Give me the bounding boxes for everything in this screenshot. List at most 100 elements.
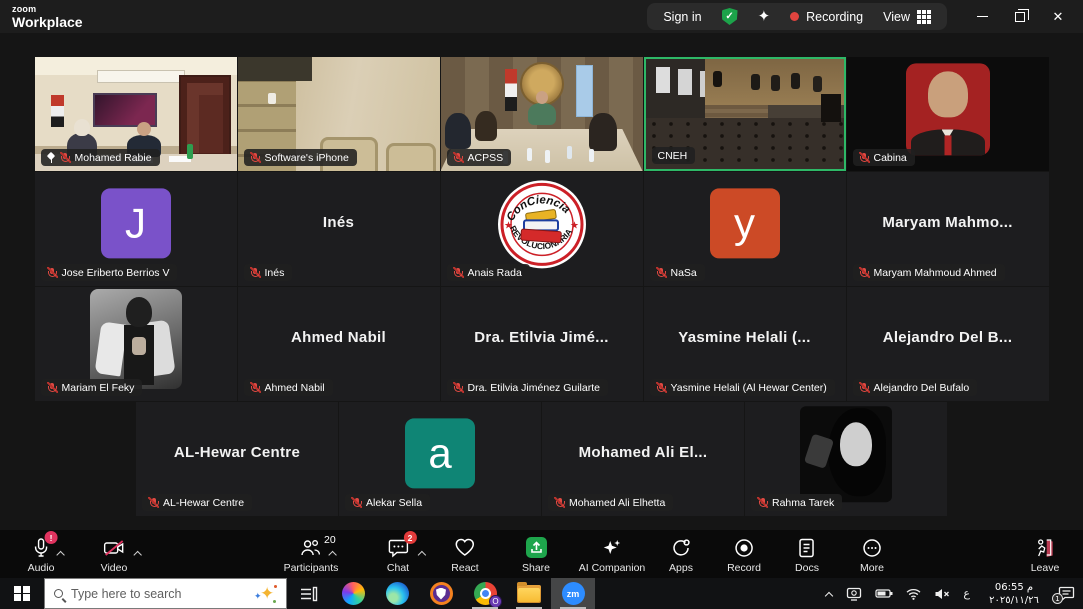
mic-muted-icon xyxy=(250,267,261,278)
edge-app-icon[interactable] xyxy=(375,578,419,609)
chat-options-caret[interactable] xyxy=(419,550,426,557)
ai-sparkle-icon[interactable]: ✦ xyxy=(758,9,771,24)
conciencia-logo: ConCiencia REVOLUCIONARIA ★ ★ xyxy=(496,178,588,270)
participant-nameplate: CNEH xyxy=(652,147,696,164)
participant-name: Mariam El Feky xyxy=(62,382,135,394)
svg-text:★: ★ xyxy=(504,220,513,231)
tile-dra-etilvia[interactable]: Dra. Etilvia Jimé... Dra. Etilvia Jiméne… xyxy=(441,287,643,401)
pin-icon xyxy=(47,152,56,163)
tile-mariam-el-feky[interactable]: Mariam El Feky xyxy=(35,287,237,401)
search-input[interactable] xyxy=(71,587,247,601)
audio-alert-badge: ! xyxy=(44,531,57,544)
mic-muted-icon xyxy=(757,497,768,508)
zoom-meeting-window: zoom Workplace Sign in ✓ ✦ Recording Vie… xyxy=(0,0,1083,609)
tile-acpss[interactable]: ACPSS xyxy=(441,57,643,171)
share-button[interactable]: Share xyxy=(522,537,550,574)
minimize-button[interactable] xyxy=(963,0,1001,33)
start-button[interactable] xyxy=(0,578,44,609)
participants-options-caret[interactable] xyxy=(330,550,337,557)
participants-button[interactable]: 20 Participants xyxy=(284,537,339,574)
apps-button[interactable]: Apps xyxy=(669,537,693,574)
mic-muted-icon xyxy=(250,382,261,393)
security-shield-icon[interactable]: ✓ xyxy=(722,8,738,25)
tile-alekar-sella[interactable]: a Alekar Sella xyxy=(339,402,541,516)
docs-label: Docs xyxy=(795,562,819,574)
display-sync-icon[interactable] xyxy=(846,587,862,601)
record-label: Record xyxy=(727,562,761,574)
participant-name: Ahmed Nabil xyxy=(265,382,325,394)
chat-button[interactable]: 2 Chat xyxy=(387,537,409,574)
hidden-icons-chevron[interactable] xyxy=(825,590,833,598)
leave-label: Leave xyxy=(1031,562,1060,574)
taskbar-clock[interactable]: 06:55 م ٢٠٢٥/١١/٢٦ xyxy=(983,581,1045,607)
react-button[interactable]: React xyxy=(451,537,478,574)
participant-nameplate: Rahma Tarek xyxy=(751,494,842,511)
tile-ahmed-nabil[interactable]: Ahmed Nabil Ahmed Nabil xyxy=(238,287,440,401)
gallery-grid-icon xyxy=(917,10,931,24)
tile-mohamed-rabie[interactable]: Mohamed Rabie xyxy=(35,57,237,171)
gallery-view: Mohamed Rabie Software's iPhone xyxy=(0,33,1083,530)
zoom-app-icon[interactable]: zm xyxy=(551,578,595,609)
mic-muted-icon xyxy=(250,152,261,163)
video-button[interactable]: Video xyxy=(101,537,128,574)
action-center-button[interactable]: 1 xyxy=(1058,586,1075,601)
display-name: Ahmed Nabil xyxy=(238,287,440,387)
ai-companion-button[interactable]: AI Companion xyxy=(579,537,646,574)
tile-softwares-iphone[interactable]: Software's iPhone xyxy=(238,57,440,171)
tile-rahma-tarek[interactable]: Rahma Tarek xyxy=(745,402,947,516)
recording-indicator[interactable]: Recording xyxy=(790,10,863,24)
participant-nameplate: Software's iPhone xyxy=(244,149,357,166)
chrome-app-icon[interactable]: O xyxy=(463,578,507,609)
tile-cneh-active-speaker[interactable]: CNEH xyxy=(644,57,846,171)
restore-button[interactable] xyxy=(1001,0,1039,33)
tile-anais-rada[interactable]: ConCiencia REVOLUCIONARIA ★ ★ xyxy=(441,172,643,286)
audio-options-caret[interactable] xyxy=(58,550,65,557)
docs-button[interactable]: Docs xyxy=(795,537,819,574)
participant-nameplate: Jose Eriberto Berrios V xyxy=(41,264,178,281)
tile-jose-eriberto[interactable]: J Jose Eriberto Berrios V xyxy=(35,172,237,286)
chat-unread-badge: 2 xyxy=(404,531,417,544)
more-button[interactable]: More xyxy=(860,537,884,574)
participant-name: Alekar Sella xyxy=(366,497,422,509)
wifi-icon[interactable] xyxy=(906,588,921,600)
participant-name: AL-Hewar Centre xyxy=(163,497,244,509)
leave-button[interactable]: Leave xyxy=(1031,537,1060,574)
close-button[interactable]: ✕ xyxy=(1039,0,1077,33)
video-options-caret[interactable] xyxy=(135,550,142,557)
battery-icon[interactable] xyxy=(875,588,893,599)
tile-nasa[interactable]: y NaSa xyxy=(644,172,846,286)
tile-alejandro-del-bufalo[interactable]: Alejandro Del B... Alejandro Del Bufalo xyxy=(847,287,1049,401)
tile-ines[interactable]: Inés Inés xyxy=(238,172,440,286)
participant-nameplate: Mohamed Rabie xyxy=(41,149,160,166)
apps-label: Apps xyxy=(669,562,693,574)
view-button[interactable]: View xyxy=(883,10,931,24)
record-button[interactable]: Record xyxy=(727,537,761,574)
initial-avatar: y xyxy=(710,188,780,258)
display-name: Dra. Etilvia Jimé... xyxy=(441,287,643,387)
participant-nameplate: Maryam Mahmoud Ahmed xyxy=(853,264,1005,281)
participant-nameplate: Inés xyxy=(244,264,293,281)
tile-cabina[interactable]: Cabina xyxy=(847,57,1049,171)
file-explorer-app-icon[interactable] xyxy=(507,578,551,609)
volume-muted-icon[interactable] xyxy=(934,588,950,600)
mic-muted-icon xyxy=(656,382,667,393)
task-view-button[interactable] xyxy=(287,578,331,609)
participant-name: Maryam Mahmoud Ahmed xyxy=(874,267,997,279)
sign-in-button[interactable]: Sign in xyxy=(663,10,701,24)
shield-browser-app-icon[interactable] xyxy=(419,578,463,609)
tile-maryam-mahmoud[interactable]: Maryam Mahmo... Maryam Mahmoud Ahmed xyxy=(847,172,1049,286)
tile-yasmine-helali[interactable]: Yasmine Helali (... Yasmine Helali (Al H… xyxy=(644,287,846,401)
mic-muted-icon xyxy=(859,267,870,278)
tile-al-hewar-centre[interactable]: AL-Hewar Centre AL-Hewar Centre xyxy=(136,402,338,516)
more-label: More xyxy=(860,562,884,574)
audio-button[interactable]: ! Audio xyxy=(28,537,55,574)
taskbar-search[interactable]: ✦✦ xyxy=(44,578,287,609)
participant-name: Inés xyxy=(265,267,285,279)
participant-name: Mohamed Ali Elhetta xyxy=(569,497,665,509)
participants-label: Participants xyxy=(284,562,339,574)
tile-mohamed-ali-elhetta[interactable]: Mohamed Ali El... Mohamed Ali Elhetta xyxy=(542,402,744,516)
video-label: Video xyxy=(101,562,128,574)
display-name: Alejandro Del B... xyxy=(847,287,1049,387)
copilot-app-icon[interactable] xyxy=(331,578,375,609)
language-indicator[interactable]: ع xyxy=(963,587,970,600)
